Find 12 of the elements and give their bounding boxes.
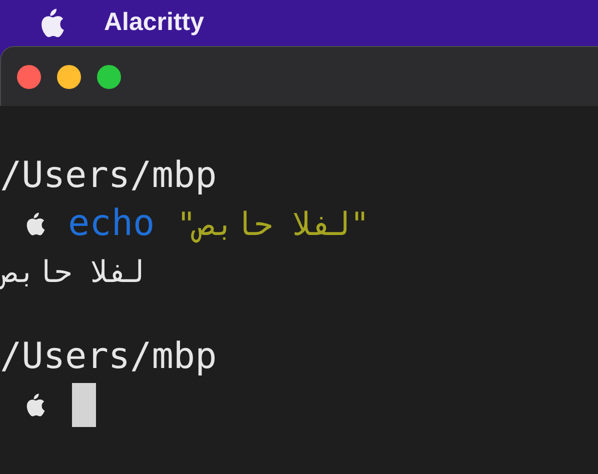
apple-icon <box>40 8 66 38</box>
apple-icon <box>26 212 46 236</box>
app-name[interactable]: Alacritty <box>104 4 204 42</box>
minimize-button[interactable] <box>57 64 81 88</box>
close-button[interactable] <box>17 64 41 88</box>
command: echo <box>68 202 155 246</box>
apple-icon <box>26 393 46 417</box>
directory-path: /Users/mbp <box>0 335 217 379</box>
zoom-button[interactable] <box>97 64 121 88</box>
command-argument: "صباح الفل" <box>176 204 370 245</box>
directory-path: /Users/mbp <box>0 154 217 198</box>
command-output: صباح الفل <box>0 254 144 292</box>
